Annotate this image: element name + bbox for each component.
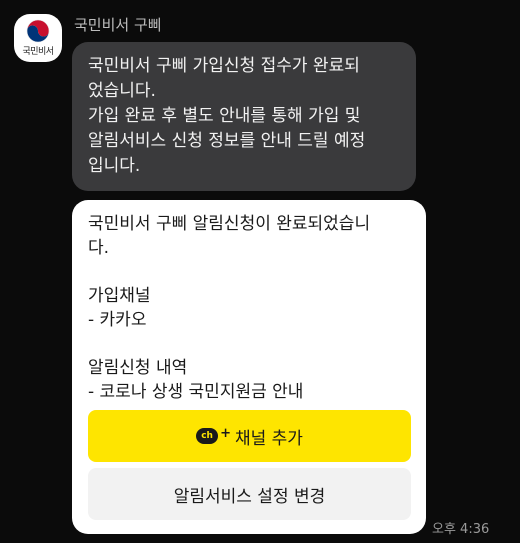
- message-bubble: 국민비서 구삐 가입신청 접수가 완료되 었습니다. 가입 완료 후 별도 안내…: [72, 42, 416, 191]
- sender-name: 국민비서 구삐: [74, 16, 162, 34]
- channel-plus-icon: +: [220, 425, 231, 441]
- add-channel-button[interactable]: ch + 채널 추가: [88, 410, 411, 462]
- avatar-label: 국민비서: [22, 47, 54, 57]
- change-settings-button[interactable]: 알림서비스 설정 변경: [88, 468, 411, 520]
- notification-card: 국민비서 구삐 알림신청이 완료되었습니 다. 가입채널 - 카카오 알림신청 …: [72, 200, 426, 534]
- kakao-channel-icon: ch: [196, 428, 219, 444]
- add-channel-label: 채널 추가: [234, 428, 303, 449]
- avatar[interactable]: 국민비서: [14, 14, 62, 62]
- message-timestamp: 오후 4:36: [432, 522, 490, 537]
- change-settings-label: 알림서비스 설정 변경: [173, 486, 326, 507]
- taegeuk-emblem-icon: [26, 19, 50, 43]
- card-message-text: 국민비서 구삐 알림신청이 완료되었습니 다. 가입채널 - 카카오 알림신청 …: [88, 214, 371, 402]
